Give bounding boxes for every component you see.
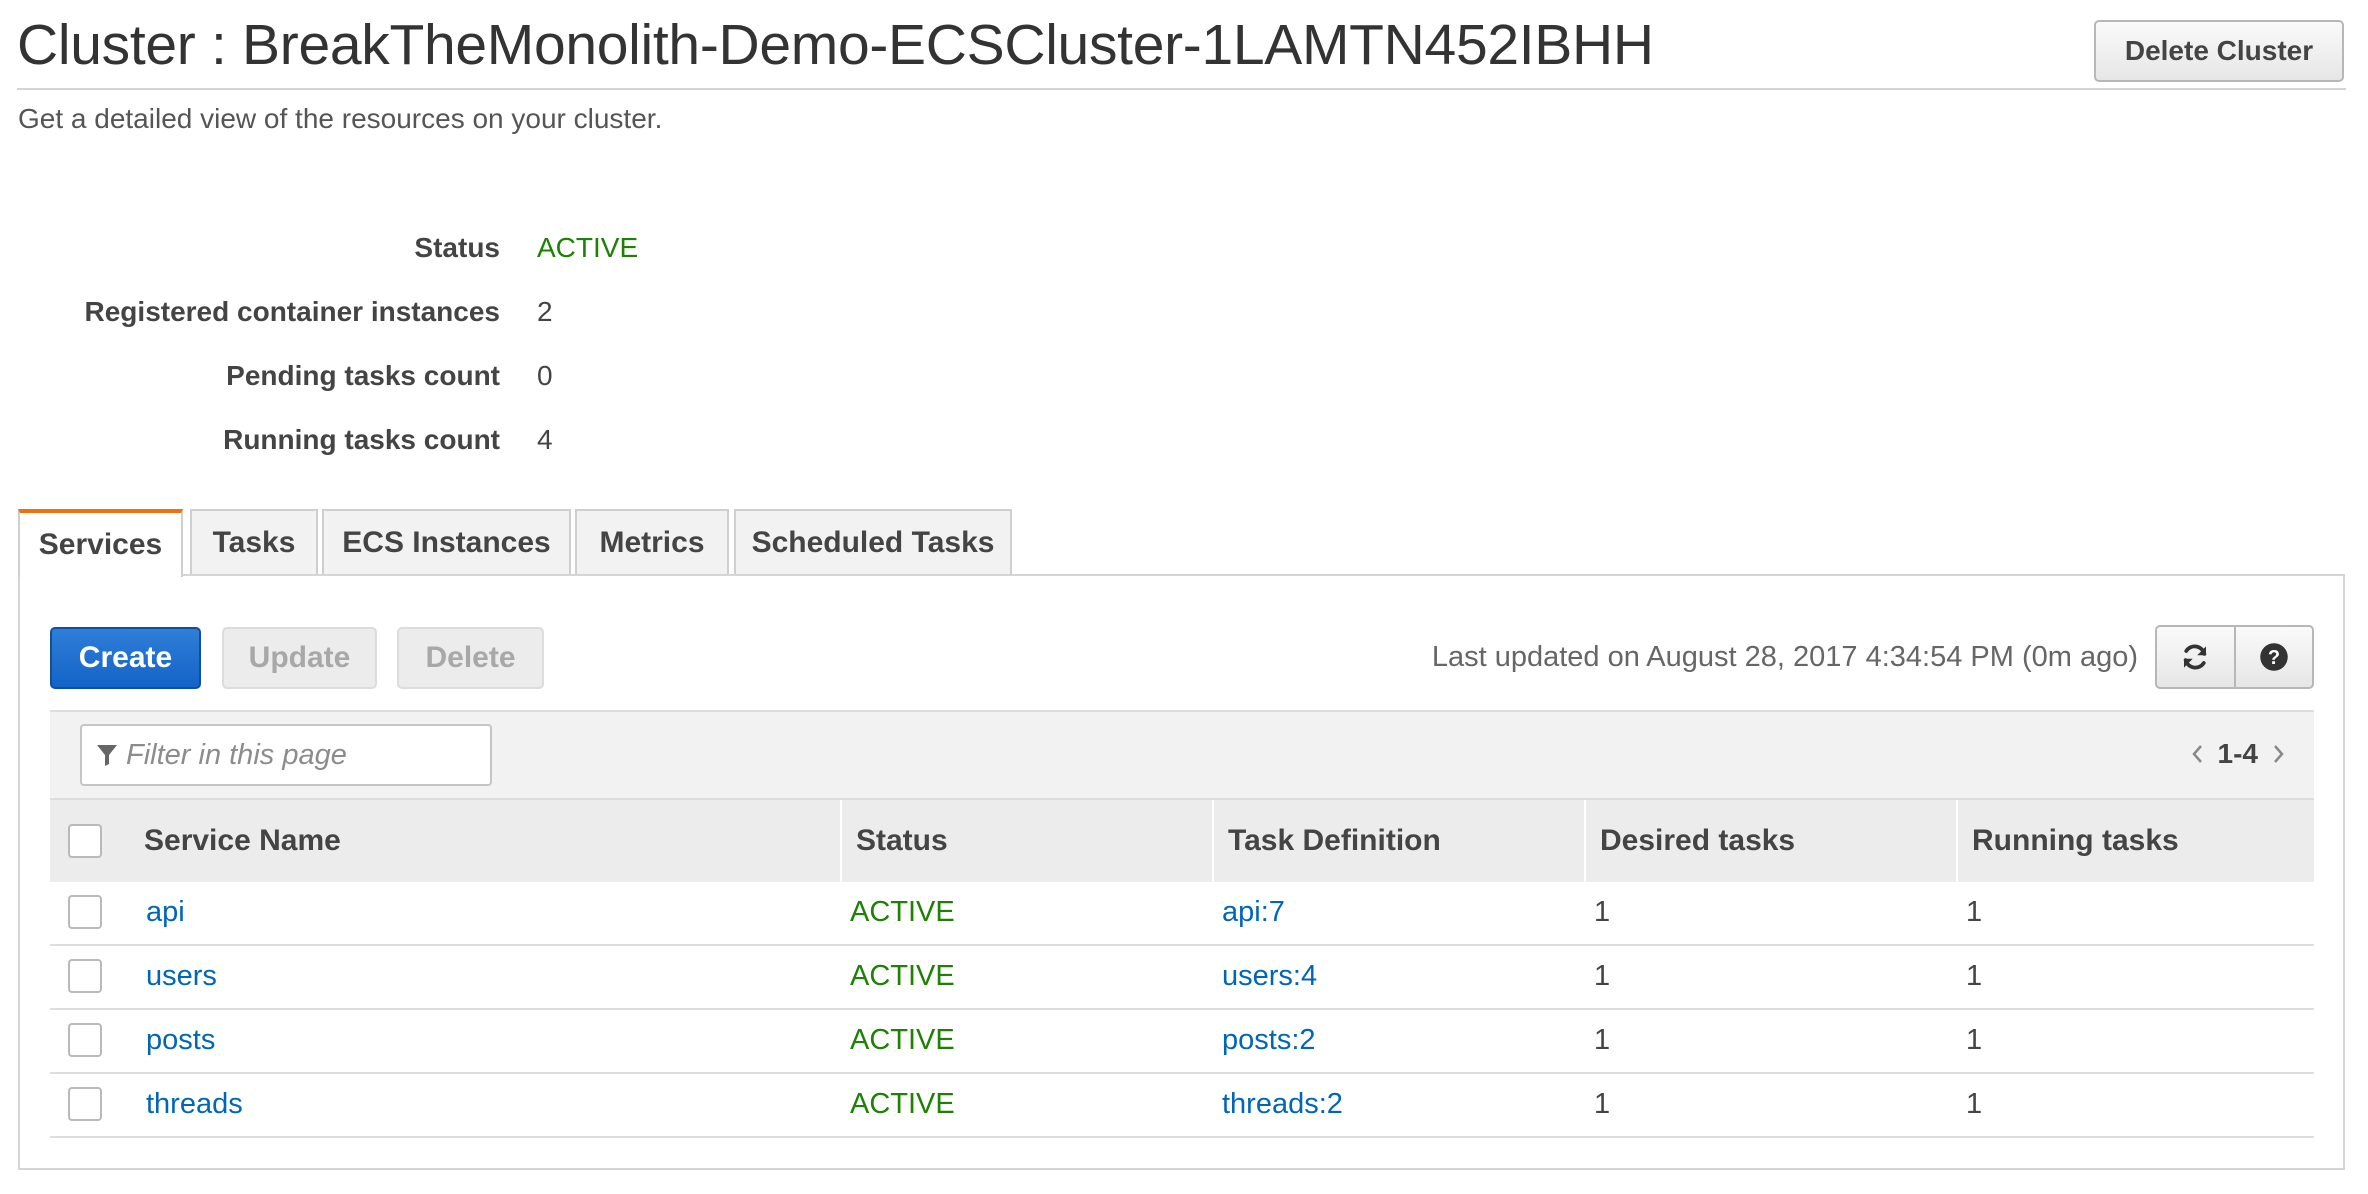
- column-header-status[interactable]: Status: [840, 800, 1212, 882]
- select-all-checkbox[interactable]: [68, 824, 102, 858]
- detail-row-running-tasks: Running tasks count 4: [0, 424, 900, 464]
- service-status: ACTIVE: [850, 895, 955, 928]
- table-header: Service Name Status Task Definition Desi…: [50, 798, 2314, 882]
- detail-label: Status: [414, 232, 500, 263]
- running-tasks: 1: [1966, 959, 1983, 992]
- table-toolbar: 1-4: [50, 710, 2314, 800]
- desired-tasks: 1: [1594, 895, 1611, 928]
- refresh-icon: [2184, 644, 2207, 670]
- delete-button[interactable]: Delete: [397, 627, 544, 689]
- next-page-button[interactable]: [2272, 743, 2286, 765]
- detail-label: Registered container instances: [84, 296, 500, 327]
- tab-ecs-instances[interactable]: ECS Instances: [322, 509, 571, 575]
- filter-icon: [97, 745, 117, 766]
- tab-scheduled-tasks[interactable]: Scheduled Tasks: [734, 509, 1012, 575]
- column-header-desired-tasks[interactable]: Desired tasks: [1584, 800, 1956, 882]
- row-checkbox[interactable]: [68, 959, 102, 993]
- service-name-link[interactable]: posts: [146, 1008, 215, 1072]
- registered-instances-value: 2: [537, 296, 553, 327]
- detail-row-pending-tasks: Pending tasks count 0: [0, 360, 900, 400]
- help-icon: ?: [2260, 643, 2288, 671]
- service-status: ACTIVE: [850, 959, 955, 992]
- running-tasks: 1: [1966, 1023, 1983, 1056]
- create-button[interactable]: Create: [50, 627, 201, 689]
- help-button[interactable]: ?: [2233, 627, 2313, 687]
- detail-row-status: Status ACTIVE: [0, 232, 900, 272]
- desired-tasks: 1: [1594, 1023, 1611, 1056]
- chevron-left-icon: [2191, 745, 2202, 763]
- tab-services[interactable]: Services: [18, 509, 183, 577]
- title-divider: [17, 88, 2346, 90]
- filter-box: [80, 724, 492, 786]
- pagination: 1-4: [2190, 738, 2286, 770]
- detail-label: Pending tasks count: [226, 360, 500, 391]
- row-checkbox[interactable]: [68, 895, 102, 929]
- desired-tasks: 1: [1594, 1087, 1611, 1120]
- column-header-running-tasks[interactable]: Running tasks: [1956, 800, 2314, 882]
- cluster-status-value: ACTIVE: [537, 232, 639, 263]
- row-checkbox[interactable]: [68, 1087, 102, 1121]
- chevron-right-icon: [2274, 745, 2284, 763]
- task-definition-link[interactable]: threads:2: [1222, 1072, 1343, 1136]
- column-header-service-name[interactable]: Service Name: [130, 800, 840, 882]
- service-name-link[interactable]: users: [146, 944, 217, 1008]
- detail-row-registered-instances: Registered container instances 2: [0, 296, 900, 336]
- delete-cluster-button[interactable]: Delete Cluster: [2094, 20, 2344, 82]
- tab-tasks[interactable]: Tasks: [190, 509, 318, 575]
- table-row: posts ACTIVE posts:2 1 1: [50, 1008, 2314, 1074]
- refresh-button[interactable]: [2157, 627, 2234, 687]
- page-subtitle: Get a detailed view of the resources on …: [18, 103, 663, 134]
- column-header-task-definition[interactable]: Task Definition: [1212, 800, 1584, 882]
- row-checkbox[interactable]: [68, 1023, 102, 1057]
- service-name-link[interactable]: api: [146, 880, 185, 944]
- running-tasks-value: 4: [537, 424, 553, 455]
- page-title: Cluster : BreakTheMonolith-Demo-ECSClust…: [17, 13, 1654, 77]
- running-tasks: 1: [1966, 1087, 1983, 1120]
- svg-text:?: ?: [2268, 647, 2280, 669]
- service-status: ACTIVE: [850, 1087, 955, 1120]
- table-row: api ACTIVE api:7 1 1: [50, 880, 2314, 946]
- table-row: threads ACTIVE threads:2 1 1: [50, 1072, 2314, 1138]
- last-updated-text: Last updated on August 28, 2017 4:34:54 …: [1431, 641, 2138, 673]
- table-row: users ACTIVE users:4 1 1: [50, 944, 2314, 1010]
- tab-metrics[interactable]: Metrics: [575, 509, 729, 575]
- pending-tasks-value: 0: [537, 360, 553, 391]
- panel-actions: ?: [2155, 625, 2314, 689]
- previous-page-button[interactable]: [2190, 743, 2204, 765]
- page-range: 1-4: [2217, 738, 2258, 769]
- update-button[interactable]: Update: [222, 627, 377, 689]
- running-tasks: 1: [1966, 895, 1983, 928]
- service-name-link[interactable]: threads: [146, 1072, 243, 1136]
- task-definition-link[interactable]: api:7: [1222, 880, 1285, 944]
- filter-input[interactable]: [124, 737, 488, 773]
- task-definition-link[interactable]: users:4: [1222, 944, 1317, 1008]
- service-status: ACTIVE: [850, 1023, 955, 1056]
- detail-label: Running tasks count: [223, 424, 500, 455]
- desired-tasks: 1: [1594, 959, 1611, 992]
- task-definition-link[interactable]: posts:2: [1222, 1008, 1316, 1072]
